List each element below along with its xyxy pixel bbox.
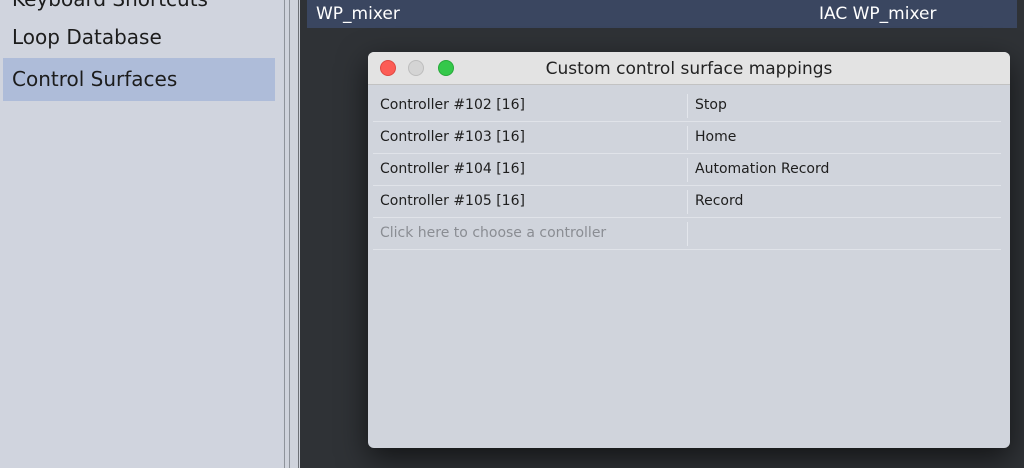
device-port: IAC WP_mixer — [819, 4, 937, 24]
sidebar-item-loop-database[interactable]: Loop Database — [3, 16, 275, 59]
mappings-dialog: Custom control surface mappings Controll… — [368, 52, 1010, 448]
controller-cell[interactable]: Controller #105 [16] — [380, 186, 525, 217]
choose-controller-placeholder[interactable]: Click here to choose a controller — [380, 218, 606, 249]
table-row[interactable]: Controller #105 [16] Record — [373, 186, 1001, 218]
sidebar-item-control-surfaces[interactable]: Control Surfaces — [3, 58, 275, 101]
action-cell[interactable]: Stop — [695, 90, 727, 121]
device-name: WP_mixer — [316, 4, 400, 24]
controller-cell[interactable]: Controller #103 [16] — [380, 122, 525, 153]
pane-splitter[interactable] — [283, 0, 300, 468]
mappings-table: Controller #102 [16] Stop Controller #10… — [373, 90, 1001, 250]
dialog-titlebar[interactable]: Custom control surface mappings — [368, 52, 1010, 85]
dialog-title: Custom control surface mappings — [545, 59, 833, 79]
table-row[interactable]: Controller #104 [16] Automation Record — [373, 154, 1001, 186]
controller-cell[interactable]: Controller #104 [16] — [380, 154, 525, 185]
table-row[interactable]: Controller #102 [16] Stop — [373, 90, 1001, 122]
table-row[interactable]: Controller #103 [16] Home — [373, 122, 1001, 154]
choose-controller-row[interactable]: Click here to choose a controller — [373, 218, 1001, 250]
action-cell[interactable]: Home — [695, 122, 736, 153]
action-cell[interactable]: Record — [695, 186, 743, 217]
action-cell[interactable]: Automation Record — [695, 154, 829, 185]
device-row[interactable]: WP_mixer IAC WP_mixer — [307, 0, 1017, 28]
preferences-sidebar: Keyboard Shortcuts Loop Database Control… — [0, 0, 283, 468]
controller-cell[interactable]: Controller #102 [16] — [380, 90, 525, 121]
